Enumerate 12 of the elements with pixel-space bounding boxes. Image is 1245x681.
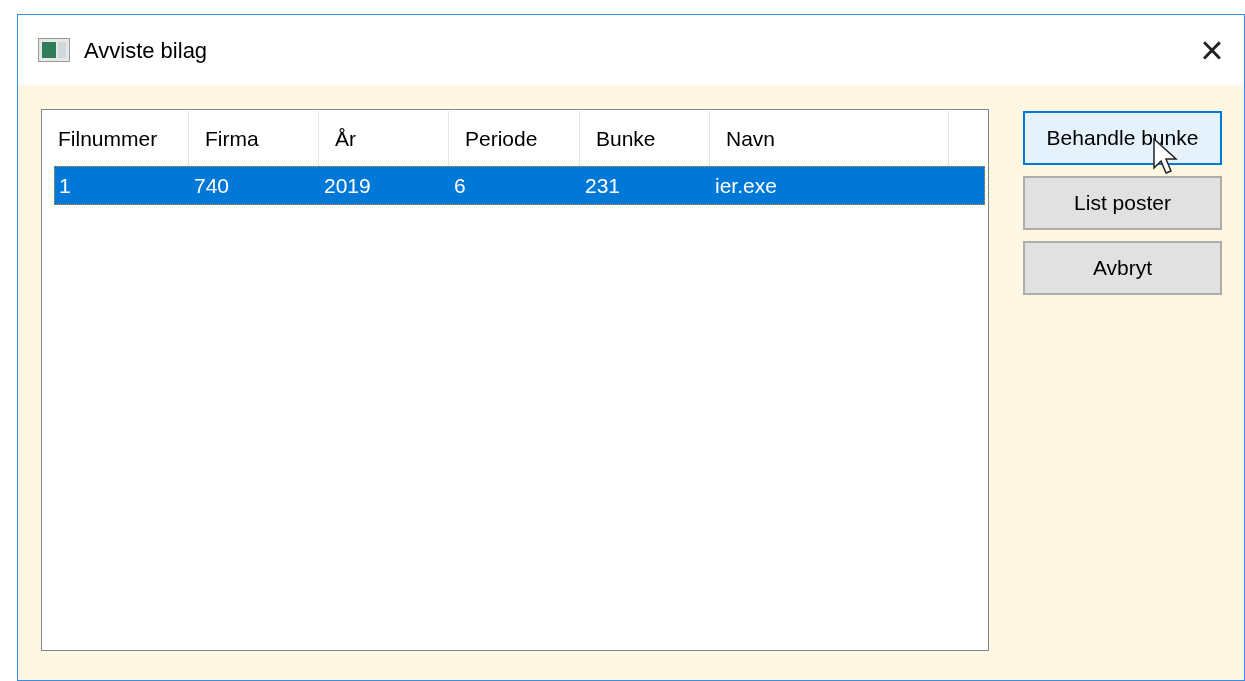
table-cell-text: ier.exe — [714, 172, 778, 199]
table-cell-text: 1 — [58, 172, 72, 199]
table-row[interactable]: 1 740 2019 6 231 ier.exe — [54, 166, 985, 205]
table-cell-text: 2019 — [323, 172, 372, 199]
close-button[interactable]: × — [1184, 22, 1240, 78]
table-cell-text: 231 — [584, 172, 622, 199]
dialog-button[interactable]: Avbryt — [1023, 241, 1222, 295]
window-title: Avviste bilag — [84, 36, 208, 65]
dialog-button[interactable]: List poster — [1023, 176, 1222, 230]
table-cell-text: 740 — [193, 172, 231, 199]
table-cell-text: 6 — [453, 172, 467, 199]
window-icon — [38, 38, 70, 62]
